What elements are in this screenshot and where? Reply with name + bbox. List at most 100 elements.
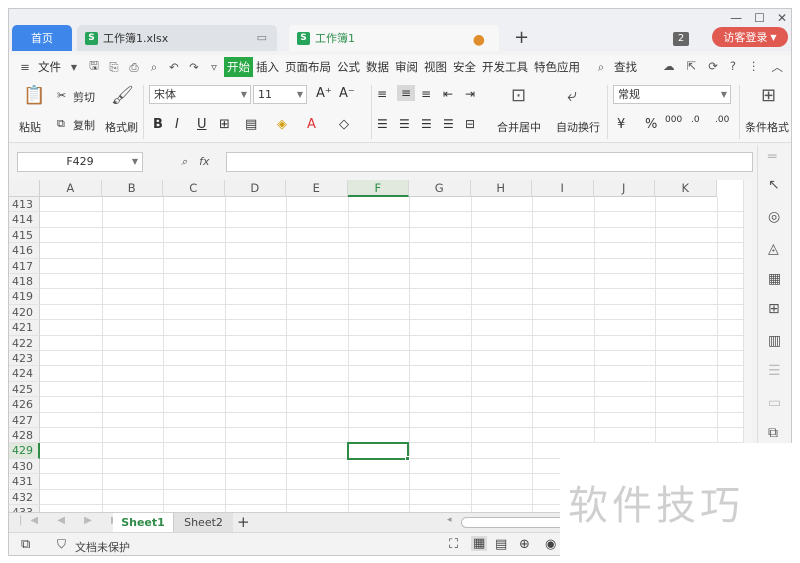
scissors-icon[interactable]: ✂ bbox=[57, 89, 66, 102]
indent-decrease-icon[interactable]: ⇤ bbox=[443, 87, 453, 101]
row-header-427[interactable]: 427 bbox=[9, 412, 40, 428]
fill-color-icon[interactable]: ◈ bbox=[277, 117, 287, 132]
backup-icon[interactable]: ⧉ bbox=[768, 425, 778, 441]
row-header-425[interactable]: 425 bbox=[9, 381, 40, 398]
format-painter-button[interactable]: 格式刷 bbox=[105, 119, 138, 135]
paste-button[interactable]: 粘贴 bbox=[19, 119, 41, 135]
column-header-d[interactable]: D bbox=[224, 180, 286, 197]
column-header-i[interactable]: I bbox=[532, 180, 594, 197]
page-layout-view-icon[interactable]: ▤ bbox=[495, 537, 507, 552]
more-icon[interactable]: ⋮ bbox=[748, 59, 760, 75]
justify-icon[interactable]: ☰ bbox=[443, 117, 454, 131]
save-icon[interactable]: 🖫 bbox=[86, 58, 102, 77]
add-sheet-button[interactable]: + bbox=[237, 513, 250, 531]
underline-button[interactable]: U bbox=[197, 117, 207, 132]
reading-mode-icon[interactable]: ⊕ bbox=[519, 537, 530, 552]
name-box[interactable]: F429 ▼ bbox=[17, 152, 143, 172]
apps-grid-icon[interactable]: ⊞ bbox=[768, 301, 780, 317]
table-icon[interactable]: ▦ bbox=[768, 271, 781, 287]
column-header-g[interactable]: G bbox=[409, 180, 471, 197]
image-icon[interactable]: ▭ bbox=[768, 395, 781, 411]
menu-home[interactable]: 开始 bbox=[224, 57, 253, 77]
row-header-431[interactable]: 431 bbox=[9, 474, 40, 490]
number-format-select[interactable]: 常规 ▼ bbox=[613, 85, 731, 104]
menu-review[interactable]: 审阅 bbox=[392, 59, 421, 75]
protection-status[interactable]: 文档未保护 bbox=[75, 539, 130, 555]
chevron-down-icon[interactable]: ▼ bbox=[66, 63, 82, 72]
shapes-icon[interactable]: ◎ bbox=[768, 209, 780, 225]
monitor-icon[interactable]: ▭ bbox=[257, 31, 267, 44]
fullscreen-icon[interactable]: ⛶ bbox=[449, 537, 458, 552]
menu-formulas[interactable]: 公式 bbox=[334, 59, 363, 75]
row-header-413[interactable]: 413 bbox=[9, 197, 40, 213]
column-header-c[interactable]: C bbox=[163, 180, 225, 197]
clear-icon[interactable]: ◇ bbox=[339, 117, 349, 132]
format-painter-icon[interactable]: 🖌 bbox=[111, 85, 134, 106]
column-header-h[interactable]: H bbox=[470, 180, 532, 197]
merge-center-button[interactable]: 合并居中 bbox=[497, 119, 541, 135]
column-header-j[interactable]: J bbox=[593, 180, 655, 197]
sheet-tab-sheet2[interactable]: Sheet2 bbox=[173, 513, 233, 532]
row-header-428[interactable]: 428 bbox=[9, 428, 40, 444]
decrease-font-icon[interactable]: A⁻ bbox=[339, 86, 355, 101]
merge-center-icon[interactable]: ⊡ bbox=[511, 85, 526, 106]
scroll-left-icon[interactable]: ◂ bbox=[447, 515, 452, 525]
selected-cell[interactable] bbox=[346, 442, 410, 461]
row-header-416[interactable]: 416 bbox=[9, 243, 40, 259]
indent-increase-icon[interactable]: ⇥ bbox=[465, 87, 475, 101]
align-middle-icon[interactable]: ≡ bbox=[397, 85, 416, 101]
share-icon[interactable]: ⇱ bbox=[687, 59, 697, 75]
select-pointer-icon[interactable]: ↖ bbox=[768, 177, 780, 193]
horizontal-scrollbar[interactable]: ◂ bbox=[447, 515, 567, 528]
print-icon[interactable]: ⎙ bbox=[126, 60, 142, 75]
window-count-badge[interactable]: 2 bbox=[673, 32, 689, 46]
customize-icon[interactable]: ▿ bbox=[206, 60, 222, 74]
font-color-icon[interactable]: A bbox=[307, 117, 316, 132]
normal-view-icon[interactable]: ▦ bbox=[471, 536, 488, 551]
column-header-a[interactable]: A bbox=[40, 180, 102, 197]
font-name-select[interactable]: 宋体 ▼ bbox=[149, 85, 251, 104]
menu-page-layout[interactable]: 页面布局 bbox=[282, 59, 334, 75]
undo-icon[interactable]: ↶ bbox=[166, 60, 182, 74]
italic-button[interactable]: I bbox=[175, 117, 179, 132]
select-all-corner[interactable] bbox=[9, 180, 40, 197]
percent-button[interactable]: % bbox=[645, 117, 657, 132]
print-preview-icon[interactable]: ⌕ bbox=[146, 60, 162, 75]
redo-icon[interactable]: ↷ bbox=[186, 60, 202, 74]
currency-icon[interactable]: ¥ bbox=[617, 117, 625, 132]
column-header-k[interactable]: K bbox=[655, 180, 717, 197]
row-header-415[interactable]: 415 bbox=[9, 227, 40, 244]
menu-developer[interactable]: 开发工具 bbox=[479, 59, 531, 75]
eye-protection-icon[interactable]: ◉ bbox=[545, 537, 556, 552]
column-header-e[interactable]: E bbox=[286, 180, 348, 197]
row-header-429[interactable]: 429 bbox=[9, 443, 40, 459]
row-header-418[interactable]: 418 bbox=[9, 274, 40, 290]
wrap-text-icon[interactable]: ⤶ bbox=[567, 85, 577, 106]
paste-icon[interactable]: 📋 bbox=[23, 85, 45, 106]
row-header-424[interactable]: 424 bbox=[9, 366, 40, 382]
row-header-426[interactable]: 426 bbox=[9, 397, 40, 413]
increase-font-icon[interactable]: A⁺ bbox=[316, 86, 332, 101]
copy-button[interactable]: 复制 bbox=[73, 117, 95, 133]
row-header-423[interactable]: 423 bbox=[9, 351, 40, 367]
maximize-icon[interactable]: ☐ bbox=[754, 11, 765, 25]
decrease-decimal-icon[interactable]: .00 bbox=[715, 115, 729, 125]
menu-security[interactable]: 安全 bbox=[450, 59, 479, 75]
thousands-button[interactable]: 000 bbox=[665, 115, 682, 125]
workbook-switch-icon[interactable]: ⧉ bbox=[21, 537, 30, 552]
fill-handle[interactable] bbox=[405, 455, 410, 461]
fill-style-icon[interactable]: ▤ bbox=[245, 117, 257, 132]
sync-icon[interactable]: ⟳ bbox=[708, 59, 718, 75]
distributed-icon[interactable]: ⊟ bbox=[465, 117, 475, 131]
sheet-tab-sheet1[interactable]: Sheet1 bbox=[113, 513, 173, 532]
menu-insert[interactable]: 插入 bbox=[253, 59, 282, 75]
chart-icon[interactable]: ▥ bbox=[768, 333, 781, 349]
bold-button[interactable]: B bbox=[153, 117, 163, 132]
menu-data[interactable]: 数据 bbox=[363, 59, 392, 75]
conditional-format-button[interactable]: 条件格式 bbox=[745, 119, 789, 135]
menu-view[interactable]: 视图 bbox=[421, 59, 450, 75]
fx-icon[interactable]: fx bbox=[199, 155, 209, 169]
guest-login-button[interactable]: 访客登录 ▼ bbox=[712, 27, 788, 47]
row-header-420[interactable]: 420 bbox=[9, 304, 40, 321]
menu-file[interactable]: 文件 bbox=[35, 59, 64, 75]
